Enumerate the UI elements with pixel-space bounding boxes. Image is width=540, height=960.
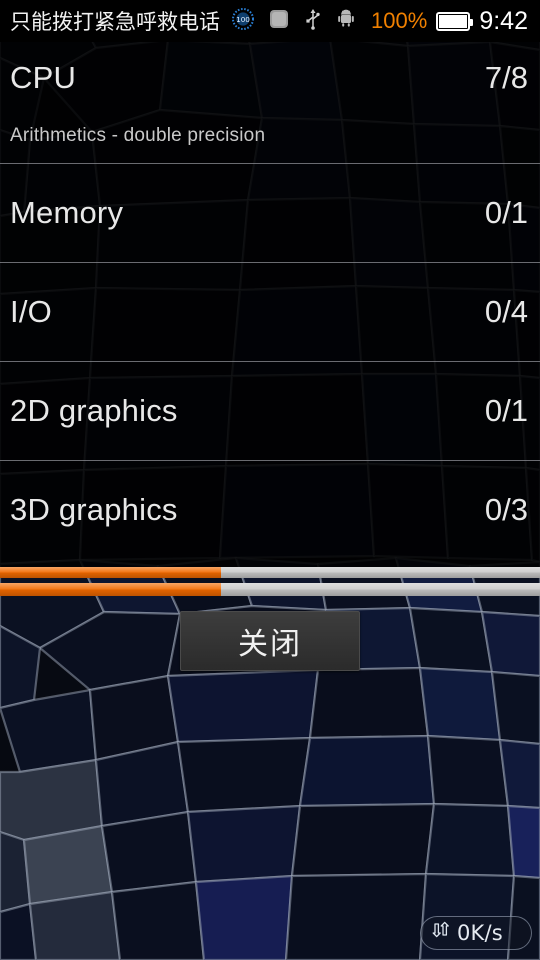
clock-label: 9:42 (479, 6, 528, 35)
test-label: 3D graphics (10, 492, 178, 527)
test-row-memory[interactable]: Memory 0/1 (0, 164, 540, 262)
phone-screen: 只能拨打紧急呼救电话 100 100% 9:42 CPU 7/8 Arithme… (0, 0, 540, 960)
usb-icon (304, 8, 322, 35)
battery-100-badge-icon: 100 (232, 7, 254, 35)
test-count: 0/4 (484, 294, 528, 329)
battery-full-icon (436, 11, 474, 31)
test-count: 0/1 (484, 195, 528, 230)
test-count: 0/3 (484, 492, 528, 527)
network-speed-label: 0K/s (457, 921, 503, 945)
test-label: I/O (10, 294, 52, 329)
progress-bar-current-fill (0, 583, 222, 596)
upload-download-arrows-icon (430, 920, 452, 947)
test-count: 7/8 (484, 60, 528, 95)
test-row-3d-graphics[interactable]: 3D graphics 0/3 (0, 461, 540, 559)
carrier-label: 只能拨打紧急呼救电话 (10, 10, 220, 34)
progress-bar-overall-fill (0, 567, 222, 578)
test-row-cpu[interactable]: CPU 7/8 Arithmetics - double precision (0, 42, 540, 163)
close-button-label: 关闭 (238, 627, 302, 662)
status-bar-right: 100% 9:42 (371, 7, 532, 36)
battery-percent-label: 100% (371, 8, 428, 33)
progress-bar-overall (0, 567, 540, 578)
test-sublabel: Arithmetics - double precision (10, 125, 266, 146)
test-count: 0/1 (484, 393, 528, 428)
test-label: CPU (10, 60, 77, 95)
android-debug-icon (336, 9, 356, 34)
test-row-2d-graphics[interactable]: 2D graphics 0/1 (0, 362, 540, 460)
network-speed-indicator[interactable]: 0K/s (420, 916, 532, 950)
status-bar: 只能拨打紧急呼救电话 100 100% 9:42 (0, 0, 540, 42)
benchmark-test-list: CPU 7/8 Arithmetics - double precision M… (0, 42, 540, 559)
test-label: Memory (10, 195, 124, 230)
svg-text:100: 100 (236, 15, 250, 24)
test-label: 2D graphics (10, 393, 178, 428)
test-row-io[interactable]: I/O 0/4 (0, 263, 540, 361)
close-button[interactable]: 关闭 (180, 611, 360, 671)
status-bar-icons: 100 (232, 7, 356, 35)
progress-bars (0, 566, 540, 598)
screenshot-icon (268, 8, 290, 35)
progress-bar-current (0, 583, 540, 596)
